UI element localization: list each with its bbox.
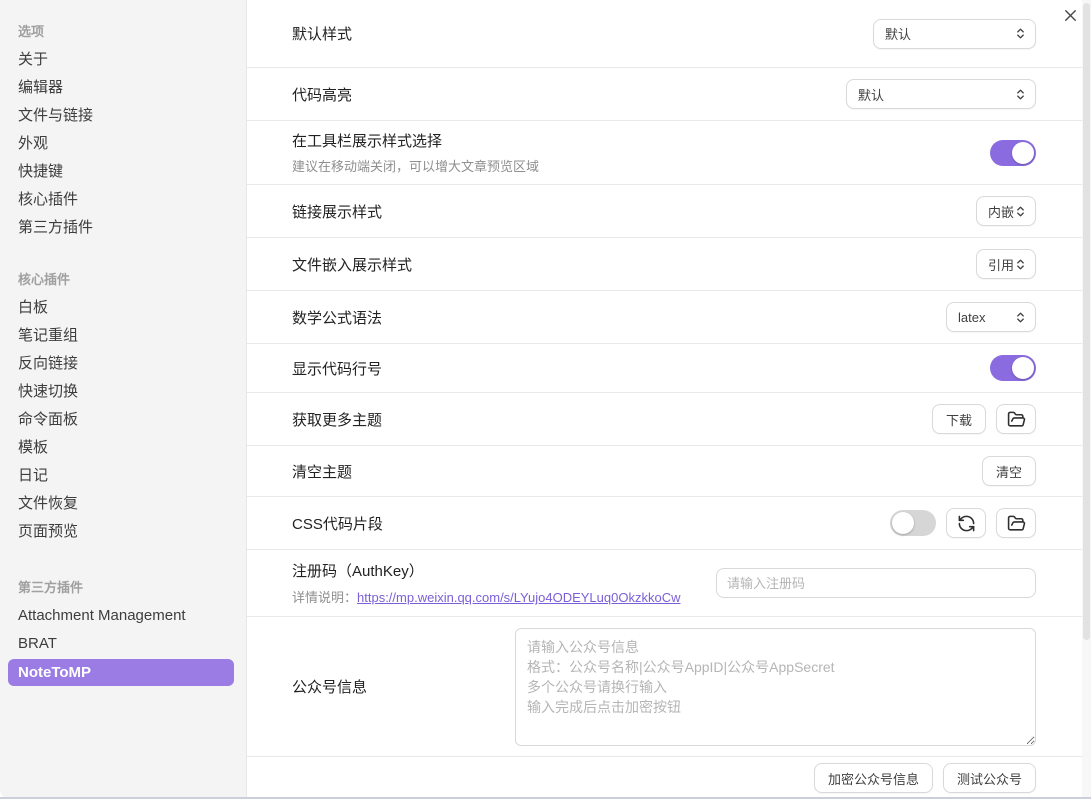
setting-row-authkey: 注册码（AuthKey） 详情说明：https://mp.weixin.qq.c… (247, 550, 1082, 617)
test-mp-account-button[interactable]: 测试公众号 (943, 763, 1036, 793)
clear-themes-label: 清空主题 (292, 461, 352, 482)
sidebar-item-page-preview[interactable]: 页面预览 (0, 518, 246, 546)
encrypt-mp-info-button[interactable]: 加密公众号信息 (814, 763, 933, 793)
setting-row-actions: 加密公众号信息 测试公众号 (247, 757, 1082, 799)
code-line-numbers-toggle[interactable] (990, 355, 1036, 381)
mp-account-info-label: 公众号信息 (292, 676, 367, 697)
sidebar-item-quick-switcher[interactable]: 快速切换 (0, 378, 246, 406)
sidebar-item-editor[interactable]: 编辑器 (0, 74, 246, 102)
sidebar-item-file-recovery[interactable]: 文件恢复 (0, 490, 246, 518)
css-snippets-label: CSS代码片段 (292, 513, 383, 534)
setting-row-css-snippets: CSS代码片段 (247, 497, 1082, 550)
folder-open-icon (1007, 514, 1026, 533)
default-style-select[interactable]: 默认 (873, 19, 1036, 49)
settings-content-pane: 默认样式 默认 代码高亮 默认 (247, 0, 1091, 799)
close-button[interactable] (1060, 5, 1080, 25)
chevrons-up-down-icon (1014, 311, 1027, 324)
sidebar-item-command-palette[interactable]: 命令面板 (0, 406, 246, 434)
math-syntax-label: 数学公式语法 (292, 307, 382, 328)
authkey-desc-prefix: 详情说明： (292, 590, 357, 605)
toggle-knob (892, 512, 914, 534)
toolbar-style-label: 在工具栏展示样式选择 (292, 130, 539, 151)
code-line-numbers-label: 显示代码行号 (292, 358, 382, 379)
scrollbar-thumb[interactable] (1083, 3, 1090, 640)
sidebar-item-daily-notes[interactable]: 日记 (0, 462, 246, 490)
default-style-label: 默认样式 (292, 23, 352, 44)
code-highlight-select[interactable]: 默认 (846, 79, 1036, 109)
math-syntax-select[interactable]: latex (946, 302, 1036, 332)
link-display-select-value: 内嵌 (988, 202, 1014, 221)
close-icon (1061, 6, 1080, 25)
sidebar-item-core-plugins[interactable]: 核心插件 (0, 186, 246, 214)
sidebar-item-backlinks[interactable]: 反向链接 (0, 350, 246, 378)
sidebar-item-canvas[interactable]: 白板 (0, 294, 246, 322)
authkey-desc: 详情说明：https://mp.weixin.qq.com/s/LYujo4OD… (292, 587, 680, 606)
mp-account-info-textarea[interactable] (515, 628, 1036, 746)
sidebar-item-community-plugins[interactable]: 第三方插件 (0, 214, 246, 242)
setting-row-code-line-numbers: 显示代码行号 (247, 344, 1082, 393)
chevrons-up-down-icon (1014, 27, 1027, 40)
sidebar-item-notetomp[interactable]: NoteToMP (8, 659, 234, 686)
authkey-input[interactable] (716, 568, 1036, 598)
file-embed-select-value: 引用 (988, 255, 1014, 274)
setting-row-default-style: 默认样式 默认 (247, 0, 1082, 68)
toggle-knob (1012, 142, 1034, 164)
setting-row-toolbar-style-select: 在工具栏展示样式选择 建议在移动端关闭，可以增大文章预览区域 (247, 121, 1082, 185)
toolbar-style-desc: 建议在移动端关闭，可以增大文章预览区域 (292, 156, 539, 175)
sidebar-item-hotkeys[interactable]: 快捷键 (0, 158, 246, 186)
sidebar-item-files-links[interactable]: 文件与链接 (0, 102, 246, 130)
reload-css-snippets-button[interactable] (946, 508, 986, 538)
sidebar-section-header-community-plugins: 第三方插件 (0, 574, 246, 602)
link-display-select[interactable]: 内嵌 (976, 196, 1036, 226)
sidebar-item-note-composer[interactable]: 笔记重组 (0, 322, 246, 350)
chevrons-up-down-icon (1014, 258, 1027, 271)
chevrons-up-down-icon (1014, 205, 1027, 218)
file-embed-select[interactable]: 引用 (976, 249, 1036, 279)
sidebar-item-appearance[interactable]: 外观 (0, 130, 246, 158)
sidebar-section-header-core-plugins: 核心插件 (0, 266, 246, 294)
sidebar-item-attachment-management[interactable]: Attachment Management (0, 602, 246, 630)
download-themes-button[interactable]: 下载 (932, 404, 986, 434)
css-snippets-toggle[interactable] (890, 510, 936, 536)
toolbar-style-toggle[interactable] (990, 140, 1036, 166)
scrollbar-track[interactable] (1082, 0, 1091, 799)
settings-window: 选项 关于 编辑器 文件与链接 外观 快捷键 核心插件 第三方插件 核心插件 白… (0, 0, 1091, 799)
get-more-themes-label: 获取更多主题 (292, 409, 382, 430)
clear-themes-button[interactable]: 清空 (982, 456, 1036, 486)
code-highlight-select-value: 默认 (858, 85, 884, 104)
setting-row-link-display-style: 链接展示样式 内嵌 (247, 185, 1082, 238)
setting-row-clear-themes: 清空主题 清空 (247, 446, 1082, 497)
settings-sidebar: 选项 关于 编辑器 文件与链接 外观 快捷键 核心插件 第三方插件 核心插件 白… (0, 0, 247, 799)
setting-row-mp-account-info: 公众号信息 (247, 617, 1082, 757)
setting-row-get-more-themes: 获取更多主题 下载 (247, 393, 1082, 446)
sidebar-section-header-options: 选项 (0, 18, 246, 46)
setting-row-code-highlight: 代码高亮 默认 (247, 68, 1082, 121)
sidebar-item-about[interactable]: 关于 (0, 46, 246, 74)
folder-open-icon (1007, 410, 1026, 429)
sidebar-item-templates[interactable]: 模板 (0, 434, 246, 462)
authkey-help-link[interactable]: https://mp.weixin.qq.com/s/LYujo4ODEYLuq… (357, 590, 680, 605)
code-highlight-label: 代码高亮 (292, 84, 352, 105)
file-embed-label: 文件嵌入展示样式 (292, 254, 412, 275)
refresh-icon (957, 514, 976, 533)
setting-row-math-syntax: 数学公式语法 latex (247, 291, 1082, 344)
setting-row-file-embed-style: 文件嵌入展示样式 引用 (247, 238, 1082, 291)
link-display-label: 链接展示样式 (292, 201, 382, 222)
authkey-label: 注册码（AuthKey） (292, 560, 680, 581)
chevrons-up-down-icon (1014, 88, 1027, 101)
sidebar-item-brat[interactable]: BRAT (0, 630, 246, 658)
math-syntax-select-value: latex (958, 310, 985, 325)
open-css-snippets-folder-button[interactable] (996, 508, 1036, 538)
open-themes-folder-button[interactable] (996, 404, 1036, 434)
toggle-knob (1012, 357, 1034, 379)
default-style-select-value: 默认 (885, 24, 911, 43)
